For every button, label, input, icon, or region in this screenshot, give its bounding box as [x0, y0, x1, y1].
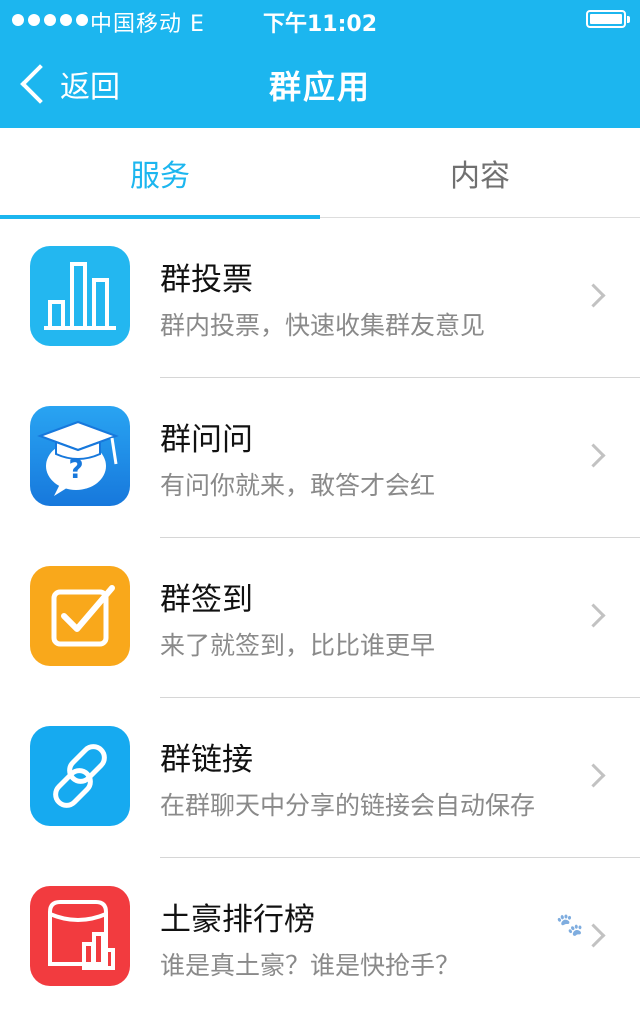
chevron-right-icon: [581, 443, 606, 468]
tab-bar: 服务 内容: [0, 128, 640, 219]
app-title: 群问问: [160, 422, 253, 458]
list-item-tycoon-ranking[interactable]: 土豪排行榜 谁是真土豪？谁是快抢手？: [0, 858, 640, 1018]
list-item-group-ask[interactable]: ? 群问问 有问你就来，敢答才会红: [0, 378, 640, 538]
app-subtitle: 谁是真土豪？谁是快抢手？: [160, 951, 461, 980]
page-title: 群应用: [268, 68, 371, 106]
tab-services[interactable]: 服务: [0, 128, 320, 219]
svg-text:?: ?: [68, 455, 83, 485]
navigation-bar: 返回 群应用: [0, 40, 640, 128]
app-title: 群链接: [160, 742, 253, 778]
status-bar: 中国移动 E 下午11:02: [0, 0, 640, 40]
chevron-right-icon: [581, 283, 606, 308]
checkbox-icon: [30, 566, 130, 666]
list-item-group-vote[interactable]: 群投票 群内投票，快速收集群友意见: [0, 218, 640, 378]
battery-icon: [586, 10, 630, 28]
link-icon: [30, 726, 130, 826]
bar-chart-icon: [30, 246, 130, 346]
status-time: 下午11:02: [262, 12, 378, 37]
graduation-cap-question-icon: ?: [30, 406, 130, 506]
app-subtitle: 有问你就来，敢答才会红: [160, 471, 436, 500]
list-item-group-links[interactable]: 群链接 在群聊天中分享的链接会自动保存: [0, 698, 640, 858]
app-title: 土豪排行榜: [160, 902, 315, 938]
app-list: 群投票 群内投票，快速收集群友意见 ? 群问问 有问你就来，敢答才会红 群签到 …: [0, 218, 640, 1018]
baidu-watermark-icon: 🐾: [556, 913, 584, 938]
app-subtitle: 在群聊天中分享的链接会自动保存: [160, 791, 536, 820]
ranking-icon: [30, 886, 130, 986]
chevron-right-icon: [581, 763, 606, 788]
chevron-right-icon: [581, 603, 606, 628]
app-subtitle: 群内投票，快速收集群友意见: [160, 311, 486, 340]
top-bar: 中国移动 E 下午11:02 返回 群应用: [0, 0, 640, 128]
list-item-group-checkin[interactable]: 群签到 来了就签到，比比谁更早: [0, 538, 640, 698]
app-title: 群投票: [160, 262, 253, 298]
tab-content[interactable]: 内容: [320, 128, 640, 218]
app-subtitle: 来了就签到，比比谁更早: [160, 631, 436, 660]
app-title: 群签到: [160, 582, 253, 618]
